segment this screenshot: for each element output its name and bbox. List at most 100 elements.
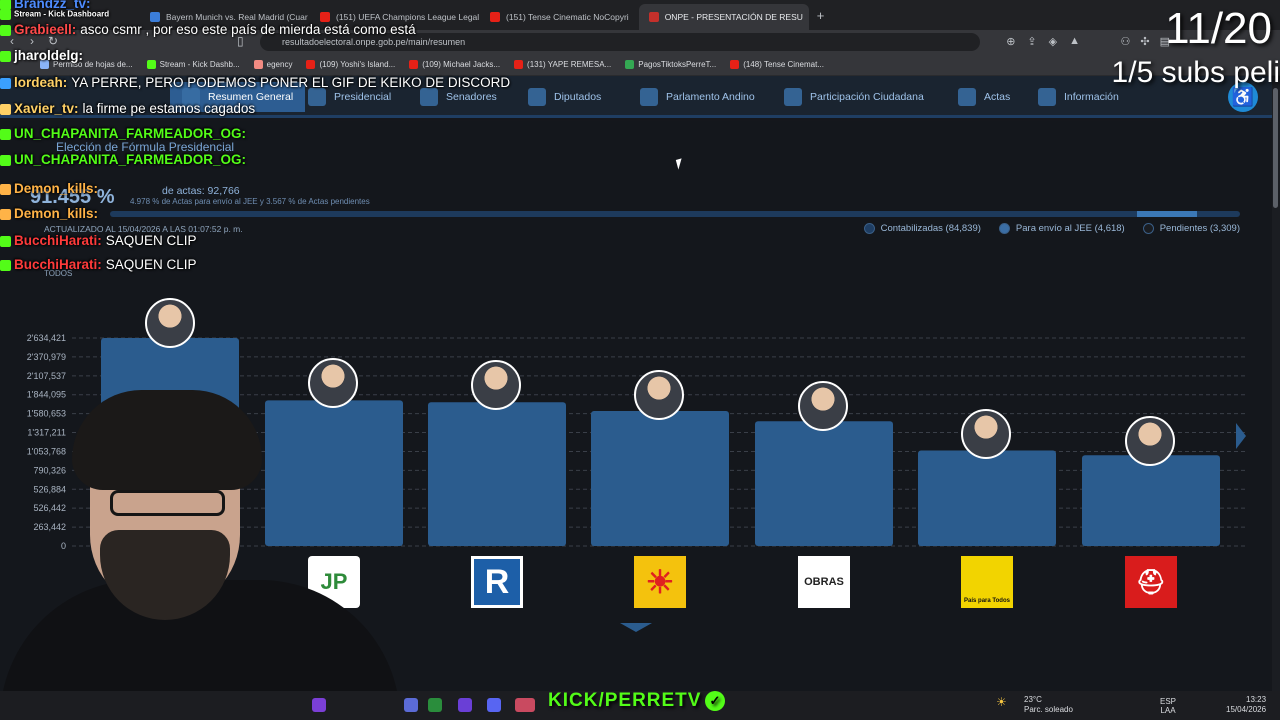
nav-item-label: Actas <box>984 91 1011 103</box>
chat-text: SAQUEN CLIP <box>105 257 197 272</box>
chat-message: Demon_kills: <box>0 206 102 221</box>
chat-message: BucchiHarati: SAQUEN CLIP <box>0 257 197 272</box>
actas-total: de actas: 92,766 <box>162 185 240 197</box>
app-icon[interactable] <box>428 698 442 712</box>
browser-tab[interactable]: ONPE - PRESENTACIÓN DE RESU× <box>638 4 809 30</box>
candidate-photo <box>634 370 684 420</box>
tab-title: Bayern Munich vs. Real Madrid (Cuar <box>166 12 308 22</box>
language-code: ESP <box>1160 697 1177 706</box>
bookmark-item[interactable]: (109) Michael Jacks... <box>409 60 500 69</box>
party-logo-podemos: ⛑ <box>1125 556 1177 608</box>
new-tab-button[interactable]: + <box>817 8 825 23</box>
result-bar[interactable] <box>591 410 729 546</box>
subs-goal-text: 1/5 subs peli <box>1111 56 1280 89</box>
weather-widget[interactable]: ☀ 23°C Parc. soleado <box>996 695 1073 715</box>
app-icon[interactable] <box>515 698 535 712</box>
bookmark-label: PagosTiktoksPerreT... <box>638 60 717 69</box>
chat-message: BucchiHarati: SAQUEN CLIP <box>0 233 197 248</box>
bookmark-item[interactable]: (131) YAPE REMESA... <box>514 60 611 69</box>
nav-item-label: Participación Ciudadana <box>810 91 924 103</box>
chat-badge-icon <box>0 24 11 36</box>
chat-message: Xavier_tv: la firme pe estamos cagados <box>0 101 255 116</box>
result-bar[interactable] <box>755 421 893 546</box>
nav-item-label: Diputados <box>554 91 602 103</box>
candidate-photo <box>798 381 848 431</box>
candidate-photo <box>1125 416 1175 466</box>
nav-item-participacion-ciudadana[interactable]: Participación Ciudadana <box>784 86 924 108</box>
actas-progress-bar <box>110 211 1240 217</box>
app-icon[interactable] <box>404 698 418 712</box>
chat-badge-icon <box>0 50 11 62</box>
bookmark-item[interactable]: (109) Yoshi's Island... <box>306 60 395 69</box>
chat-username: UN_CHAPANITA_FARMEADOR_OG: <box>14 126 247 141</box>
app-icon[interactable] <box>312 698 326 712</box>
party-logo-sun: ☀ <box>634 556 686 608</box>
bookmark-item[interactable]: PagosTiktoksPerreT... <box>625 60 716 69</box>
page-scrollbar[interactable] <box>1272 76 1280 691</box>
address-actions: ⊕ ⇪ ◈ ▲ <box>1006 35 1080 48</box>
result-bar[interactable] <box>428 402 566 546</box>
discord-icon[interactable] <box>487 698 501 712</box>
bookmark-label: (131) YAPE REMESA... <box>527 60 612 69</box>
bookmark-favicon-icon <box>409 60 419 69</box>
chat-badge-icon <box>0 235 11 247</box>
y-tick-label: 2'370,979 <box>27 352 66 362</box>
bookmark-item[interactable]: Stream - Kick Dashb... <box>146 60 240 69</box>
legend-swatch <box>863 223 875 234</box>
share-icon[interactable]: ⇪ <box>1027 35 1036 48</box>
bookmark-label: Stream - Kick Dashb... <box>159 60 240 69</box>
result-bar[interactable] <box>1082 455 1220 546</box>
nav-item-diputados[interactable]: Diputados <box>528 86 601 108</box>
chat-badge-icon <box>0 183 11 195</box>
tab-favicon-icon <box>150 12 160 22</box>
chat-username: BucchiHarati: <box>14 233 102 248</box>
brave-shield-icon[interactable]: ◈ <box>1049 35 1057 48</box>
tab-title: ONPE - PRESENTACIÓN DE RESU <box>664 12 803 22</box>
chat-username: Xavier_tv: <box>14 101 79 116</box>
result-bar[interactable] <box>918 450 1056 546</box>
webcam-hair <box>72 390 262 490</box>
chart-expand-arrow[interactable] <box>620 623 652 632</box>
taskbar-clock[interactable]: 13:23 15/04/2026 <box>1226 695 1266 715</box>
scrollbar-thumb[interactable] <box>1273 88 1278 208</box>
streamer-webcam <box>0 380 410 692</box>
legend-label: Contabilizadas (84,839) <box>880 223 981 234</box>
puzzle-icon[interactable]: ✣ <box>1140 35 1149 48</box>
nav-item-label: Información <box>1064 91 1119 103</box>
input-language[interactable]: ESP LAA <box>1160 697 1176 715</box>
nav-item-informacion[interactable]: Información <box>1038 86 1119 108</box>
bookmark-favicon-icon <box>625 60 635 69</box>
party-logo-obras: OBRAS <box>798 556 850 608</box>
app-icon[interactable] <box>458 698 472 712</box>
nav-item-parlamento-andino[interactable]: Parlamento Andino <box>640 86 755 108</box>
bookmark-label: (109) Michael Jacks... <box>422 60 501 69</box>
browser-tab[interactable]: (151) Tense Cinematic NoCopyri <box>480 4 639 30</box>
chat-message: Demon_kills: <box>0 181 102 196</box>
nav-item-actas[interactable]: Actas <box>958 86 1010 108</box>
chat-message: Grabieell: asco csmr , por eso este país … <box>0 22 416 37</box>
chat-username: BucchiHarati: <box>14 257 102 272</box>
chat-message: UN_CHAPANITA_FARMEADOR_OG: <box>0 126 250 141</box>
extension-icons: ⚇ ✣ ▤ <box>1121 35 1171 48</box>
chart-next-arrow[interactable] <box>1236 423 1246 449</box>
chat-badge-icon <box>0 208 11 220</box>
bookmark-item[interactable]: (148) Tense Cinemat... <box>730 60 824 69</box>
candidate-photo <box>145 298 195 348</box>
chat-message: Stream - Kick Dashboard <box>0 9 113 20</box>
tab-favicon-icon <box>320 12 330 22</box>
tab-favicon-icon <box>490 12 500 22</box>
chat-badge-icon <box>0 9 11 20</box>
legend-item: Para envío al JEE (4,618) <box>998 223 1125 234</box>
layout-code: LAA <box>1160 706 1176 715</box>
clock-time: 13:23 <box>1246 695 1267 704</box>
extension-icon[interactable]: ⚇ <box>1121 35 1131 48</box>
legend-item: Pendientes (3,309) <box>1142 223 1240 234</box>
brave-rewards-icon[interactable]: ▲ <box>1069 35 1080 48</box>
chat-text: YA PERRE, PERO PODEMOS PONER EL GIF DE K… <box>71 75 511 90</box>
sun-icon: ☀ <box>996 695 1007 709</box>
chat-username: lordeah: <box>14 75 68 90</box>
bookmark-item[interactable]: egency <box>253 60 292 69</box>
zoom-icon[interactable]: ⊕ <box>1006 35 1015 48</box>
weather-temp: 23°C <box>1024 695 1042 704</box>
chat-text: la firme pe estamos cagados <box>82 101 256 116</box>
